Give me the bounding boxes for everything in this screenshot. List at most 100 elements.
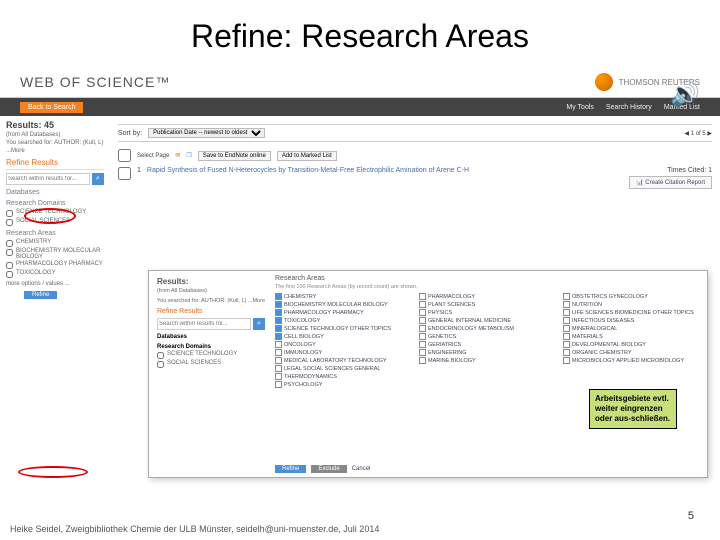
checkbox-icon[interactable] xyxy=(419,325,426,332)
checkbox[interactable] xyxy=(6,219,13,226)
checkbox-icon[interactable] xyxy=(419,317,426,324)
pager[interactable]: ◀ 1 of 5 ▶ xyxy=(684,130,712,137)
area-item[interactable]: CHEMISTRY xyxy=(275,293,411,300)
area-item[interactable]: MEDICAL LABORATORY TECHNOLOGY xyxy=(275,357,411,364)
checkbox-icon[interactable] xyxy=(563,301,570,308)
checkbox-icon[interactable] xyxy=(419,293,426,300)
area-item[interactable]: TOXICOLOGY xyxy=(275,317,411,324)
search-within-input[interactable] xyxy=(6,173,90,185)
area-item[interactable]: IMMUNOLOGY xyxy=(275,349,411,356)
checkbox[interactable] xyxy=(6,240,13,247)
select-page-checkbox[interactable] xyxy=(118,149,131,162)
checkbox-icon[interactable] xyxy=(563,309,570,316)
checkbox[interactable] xyxy=(157,361,164,368)
annotation-note: Arbeitsgebiete evtl. weiter eingrenzen o… xyxy=(589,389,677,429)
ov-exclude-button[interactable]: Exclude xyxy=(311,465,346,473)
area-item[interactable]: CELL BIOLOGY xyxy=(275,333,411,340)
citation-report-button[interactable]: 📊 Create Citation Report xyxy=(629,176,712,189)
checkbox-icon[interactable] xyxy=(275,317,282,324)
checkbox-icon[interactable] xyxy=(419,301,426,308)
area-item[interactable]: DEVELOPMENTAL BIOLOGY xyxy=(563,341,699,348)
save-icon[interactable]: ❐ xyxy=(186,152,191,159)
research-areas-hdr[interactable]: Research Areas xyxy=(6,230,104,237)
checkbox-icon[interactable] xyxy=(419,309,426,316)
area-item: BIOCHEMISTRY MOLECULAR BIOLOGY xyxy=(6,248,104,260)
checkbox-icon[interactable] xyxy=(275,381,282,388)
area-item[interactable]: THERMODYNAMICS xyxy=(275,373,411,380)
area-item[interactable]: ONCOLOGY xyxy=(275,341,411,348)
area-item[interactable]: MARINE BIOLOGY xyxy=(419,357,555,364)
result-title[interactable]: Rapid Synthesis of Fused N-Heterocycles … xyxy=(147,167,469,180)
area-item[interactable]: OBSTETRICS GYNECOLOGY xyxy=(563,293,699,300)
checkbox[interactable] xyxy=(6,210,13,217)
area-item[interactable]: NUTRITION xyxy=(563,301,699,308)
area-item[interactable]: LEGAL SOCIAL SCIENCES GENERAL xyxy=(275,365,411,372)
checkbox[interactable] xyxy=(6,262,13,269)
area-item[interactable]: PHARMACOLOGY xyxy=(419,293,555,300)
ov-search-input[interactable] xyxy=(157,318,251,330)
area-item[interactable]: MINERALOGICAL xyxy=(563,325,699,332)
ov-search-button[interactable]: ⌕ xyxy=(253,318,265,330)
area-item[interactable]: MICROBIOLOGY APPLIED MICROBIOLOGY xyxy=(563,357,699,364)
checkbox-icon[interactable] xyxy=(275,325,282,332)
area-item[interactable]: PSYCHOLOGY xyxy=(275,381,411,388)
checkbox-icon[interactable] xyxy=(275,293,282,300)
ov-db-hdr[interactable]: Databases xyxy=(157,334,265,340)
my-tools-link[interactable]: My Tools xyxy=(566,104,594,111)
area-item[interactable]: ENGINEERING xyxy=(419,349,555,356)
area-item[interactable]: BIOCHEMISTRY MOLECULAR BIOLOGY xyxy=(275,301,411,308)
area-item[interactable]: PHARMACOLOGY PHARMACY xyxy=(275,309,411,316)
checkbox-icon[interactable] xyxy=(419,357,426,364)
checkbox-icon[interactable] xyxy=(419,341,426,348)
area-item[interactable]: ENDOCRINOLOGY METABOLISM xyxy=(419,325,555,332)
checkbox-icon[interactable] xyxy=(275,333,282,340)
checkbox-icon[interactable] xyxy=(563,317,570,324)
area-item[interactable]: PHYSICS xyxy=(419,309,555,316)
refine-button[interactable]: Refine xyxy=(24,291,57,299)
back-to-search[interactable]: Back to Search xyxy=(20,102,83,113)
more-options-link[interactable]: more options / values ... xyxy=(6,281,104,287)
area-item[interactable]: GENERAL INTERNAL MEDICINE xyxy=(419,317,555,324)
result-checkbox[interactable] xyxy=(118,167,131,180)
ov-rd-hdr[interactable]: Research Domains xyxy=(157,344,265,350)
more-link[interactable]: ...More xyxy=(6,148,104,154)
checkbox-icon[interactable] xyxy=(275,341,282,348)
area-item[interactable]: ORGANIC CHEMISTRY xyxy=(563,349,699,356)
area-item[interactable]: GERIATRICS xyxy=(419,341,555,348)
checkbox-icon[interactable] xyxy=(563,325,570,332)
research-domains-hdr[interactable]: Research Domains xyxy=(6,200,104,207)
area-item[interactable]: SCIENCE TECHNOLOGY OTHER TOPICS xyxy=(275,325,411,332)
checkbox-icon[interactable] xyxy=(275,357,282,364)
area-label: IMMUNOLOGY xyxy=(284,350,322,356)
area-item[interactable]: PLANT SCIENCES xyxy=(419,301,555,308)
save-to-button[interactable]: Save to EndNote online xyxy=(198,151,271,161)
checkbox-icon[interactable] xyxy=(419,333,426,340)
checkbox[interactable] xyxy=(6,271,13,278)
checkbox-icon[interactable] xyxy=(275,309,282,316)
ov-cancel-link[interactable]: Cancel xyxy=(352,466,371,472)
checkbox-icon[interactable] xyxy=(563,333,570,340)
checkbox-icon[interactable] xyxy=(275,365,282,372)
checkbox-icon[interactable] xyxy=(563,293,570,300)
area-label: PSYCHOLOGY xyxy=(284,382,323,388)
area-item[interactable]: MATERIALS xyxy=(563,333,699,340)
checkbox[interactable] xyxy=(157,352,164,359)
area-item[interactable]: INFECTIOUS DISEASES xyxy=(563,317,699,324)
checkbox-icon[interactable] xyxy=(275,301,282,308)
checkbox-icon[interactable] xyxy=(419,349,426,356)
checkbox-icon[interactable] xyxy=(563,357,570,364)
checkbox[interactable] xyxy=(6,249,13,256)
checkbox-icon[interactable] xyxy=(275,349,282,356)
ov-refine-button[interactable]: Refine xyxy=(275,465,306,473)
search-history-link[interactable]: Search History xyxy=(606,104,652,111)
add-marked-button[interactable]: Add to Marked List xyxy=(277,151,337,161)
checkbox-icon[interactable] xyxy=(275,373,282,380)
search-within-button[interactable]: ⌕ xyxy=(92,173,104,185)
area-item[interactable]: GENETICS xyxy=(419,333,555,340)
area-item[interactable]: LIFE SCIENCES BIOMEDICINE OTHER TOPICS xyxy=(563,309,699,316)
databases-hdr[interactable]: Databases xyxy=(6,189,104,196)
save-envelope-icon[interactable]: ✉ xyxy=(175,152,180,159)
checkbox-icon[interactable] xyxy=(563,349,570,356)
checkbox-icon[interactable] xyxy=(563,341,570,348)
sort-select[interactable]: Publication Date -- newest to oldest xyxy=(148,128,265,138)
